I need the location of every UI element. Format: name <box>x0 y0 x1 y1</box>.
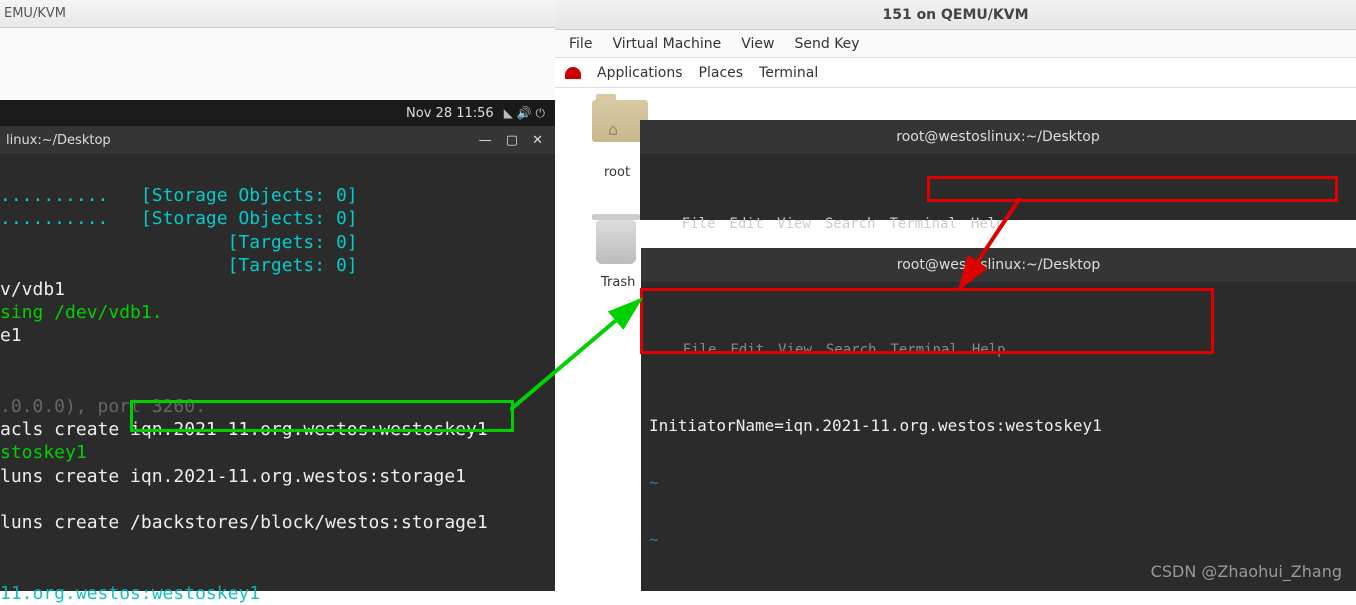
left-terminal-window-controls: — ▢ ✕ <box>0 126 555 154</box>
term1-menu-file[interactable]: File <box>682 216 716 232</box>
gnome-terminal[interactable]: Terminal <box>759 65 818 81</box>
home-folder-label: root <box>604 165 630 180</box>
vdb1-msg: sing /dev/vdb1. <box>0 301 555 324</box>
gnome-status-icons[interactable]: ◣ 🔊 ⏻ <box>504 106 545 121</box>
close-icon[interactable]: ✕ <box>532 133 543 148</box>
tail-line: 11.org.westos:westoskey1 <box>0 582 555 605</box>
term1-menu-search[interactable]: Search <box>825 216 876 232</box>
initiator-line: InitiatorName=iqn.2021-11.org.westos:wes… <box>649 416 1348 435</box>
gnome-app-menu: Applications Places Terminal <box>555 58 1356 88</box>
gnome-apps[interactable]: Applications <box>597 65 683 81</box>
right-terminal1-title-text: root@westoslinux:~/Desktop <box>896 129 1100 145</box>
gnome-places[interactable]: Places <box>699 65 744 81</box>
vdb1-header: v/vdb1 <box>0 278 555 301</box>
term1-menu-view[interactable]: View <box>777 216 811 232</box>
left-window-title: EMU/KVM <box>0 0 555 28</box>
right-terminal2-titlebar[interactable]: root@westoslinux:~/Desktop <box>641 248 1356 282</box>
term1-menu-terminal[interactable]: Terminal <box>889 216 956 232</box>
maximize-icon[interactable]: ▢ <box>506 133 518 148</box>
red-highlight-box-2 <box>640 288 1214 354</box>
storage-objects-2: [Storage Objects: 0] <box>141 208 358 229</box>
left-terminal-body[interactable]: .......... [Storage Objects: 0] ........… <box>0 154 555 591</box>
right-terminal1-titlebar[interactable]: root@westoslinux:~/Desktop <box>640 120 1356 154</box>
vim-tilde: ~ <box>649 530 1348 549</box>
vm-window-title[interactable]: 151 on QEMU/KVM <box>555 0 1356 30</box>
vm-menu-machine[interactable]: Virtual Machine <box>612 36 721 52</box>
vm-menu-file[interactable]: File <box>569 36 592 52</box>
left-window-title-text: EMU/KVM <box>4 6 66 21</box>
gnome-top-bar: Nov 28 11:56 ◣ 🔊 ⏻ <box>0 100 555 126</box>
red-highlight-box-1 <box>927 176 1338 202</box>
right-terminal2-title-text: root@westoslinux:~/Desktop <box>897 257 1101 273</box>
trash-icon[interactable] <box>596 220 636 264</box>
luns-create-2: luns create /backstores/block/westos:sto… <box>0 511 555 534</box>
vm-menubar: File Virtual Machine View Send Key <box>555 30 1356 58</box>
redhat-icon <box>565 67 581 79</box>
storage-objects-1: [Storage Objects: 0] <box>141 185 358 206</box>
vim-tilde: ~ <box>649 587 1348 591</box>
vim-tilde: ~ <box>649 473 1348 492</box>
gnome-clock[interactable]: Nov 28 11:56 <box>406 106 494 121</box>
green-highlight-box <box>130 400 514 432</box>
targets-2: [Targets: 0] <box>228 255 358 276</box>
minimize-icon[interactable]: — <box>479 133 492 148</box>
vm-title-text: 151 on QEMU/KVM <box>882 7 1028 23</box>
targets-1: [Targets: 0] <box>228 232 358 253</box>
vm-menu-view[interactable]: View <box>741 36 774 52</box>
e1-line: e1 <box>0 324 555 347</box>
left-toolbar-blank <box>0 28 555 100</box>
trash-label: Trash <box>601 275 635 290</box>
term1-menu-help[interactable]: Help <box>971 216 1005 232</box>
luns-create-1: luns create iqn.2021-11.org.westos:stora… <box>0 465 555 488</box>
vm-menu-sendkey[interactable]: Send Key <box>794 36 859 52</box>
home-glyph-icon: ⌂ <box>608 120 618 139</box>
stoskey-line: stoskey1 <box>0 441 555 464</box>
term1-menu-edit[interactable]: Edit <box>729 216 763 232</box>
right-terminal1-menubar: File Edit View Search Terminal Help <box>648 200 1348 248</box>
watermark: CSDN @Zhaohui_Zhang <box>1151 562 1342 581</box>
